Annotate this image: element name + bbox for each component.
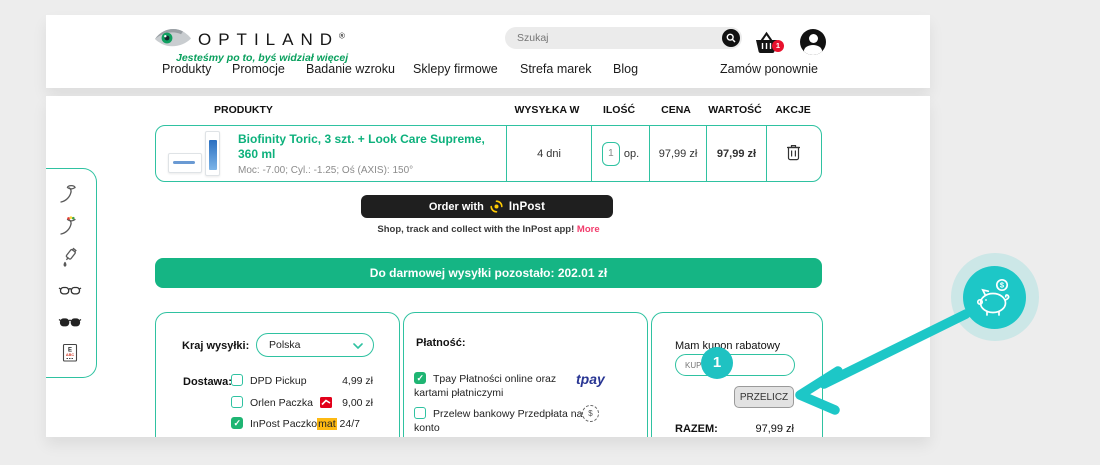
step-annotation-badge: 1 <box>701 347 733 379</box>
nav-item-blog[interactable]: Blog <box>613 62 638 76</box>
delivery-label: Dostawa: <box>183 376 232 388</box>
column-wartosc: WARTOŚĆ <box>708 104 761 116</box>
column-ilosc: ILOŚĆ <box>603 104 635 116</box>
quantity-unit: op. <box>624 148 639 160</box>
search-button[interactable] <box>722 29 740 47</box>
registered-mark: ® <box>339 31 345 40</box>
inpost-brand-text: InPost <box>509 201 545 213</box>
shipping-box: Kraj wysyłki: Polska Dostawa: DPD Pickup… <box>155 312 400 437</box>
site-header: OPTILAND® Jesteśmy po to, byś widział wi… <box>46 15 930 88</box>
country-value: Polska <box>269 339 301 351</box>
column-wysylka: WYSYŁKA W <box>515 104 580 116</box>
cart-count-badge: 1 <box>772 40 784 52</box>
annotation-arrow <box>780 300 1000 430</box>
inpost-more-link[interactable]: More <box>577 224 600 235</box>
delivery-option-dpd[interactable]: DPD Pickup <box>231 374 307 387</box>
coin-icon: $ <box>582 405 599 422</box>
brand-name: OPTILAND® <box>198 30 345 50</box>
coupon-input[interactable] <box>675 354 795 376</box>
checkbox-unchecked-icon[interactable] <box>231 374 243 386</box>
page: OPTILAND® Jesteśmy po to, byś widział wi… <box>0 0 1100 465</box>
checkbox-checked-icon[interactable] <box>414 372 426 384</box>
inpost-logo-icon <box>490 200 503 213</box>
delivery-option-orlen[interactable]: Orlen Paczka <box>231 396 332 409</box>
quantity-input[interactable] <box>602 142 620 166</box>
inpost-caption: Shop, track and collect with the InPost … <box>155 224 822 235</box>
nav-item-promocje[interactable]: Promocje <box>232 62 285 76</box>
nav-item-strefa-marek[interactable]: Strefa marek <box>520 62 592 76</box>
product-image[interactable] <box>168 131 226 177</box>
contact-lens-icon[interactable] <box>58 181 82 205</box>
column-cena: CENA <box>661 104 691 116</box>
delivery-option-inpost[interactable]: InPost Paczkomat 24/7 <box>231 417 363 433</box>
eye-chart-icon[interactable]: E ABC <box>58 341 82 365</box>
sunglasses-icon[interactable] <box>58 309 82 333</box>
payment-option-tpay[interactable]: Tpay Płatności online oraz kartami płatn… <box>414 372 592 400</box>
value-cell: 97,99 zł <box>706 126 766 181</box>
checkbox-unchecked-icon[interactable] <box>231 396 243 408</box>
quantity-cell: op. <box>591 126 649 181</box>
cart-item-row: Biofinity Toric, 3 szt. + Look Care Supr… <box>155 125 822 182</box>
cart-button[interactable]: 1 <box>753 31 783 57</box>
free-shipping-banner: Do darmowej wysyłki pozostało: 202.01 zł <box>155 258 822 288</box>
color-contact-lens-icon[interactable] <box>58 213 82 237</box>
column-produkty: PRODUKTY <box>214 104 273 116</box>
nav-item-zamow-ponownie[interactable]: Zamów ponownie <box>720 62 818 76</box>
category-rail: E ABC <box>46 168 97 378</box>
shipping-time-cell: 4 dni <box>506 126 591 181</box>
eye-drops-icon[interactable] <box>58 245 82 269</box>
user-icon <box>809 34 818 43</box>
country-select[interactable]: Polska <box>256 333 374 357</box>
actions-cell <box>766 126 820 181</box>
search-input[interactable] <box>517 27 707 49</box>
tpay-logo: tpay <box>576 371 605 387</box>
orlen-logo-icon <box>320 397 332 408</box>
nav-item-badanie-wzroku[interactable]: Badanie wzroku <box>306 62 395 76</box>
delivery-price-dpd: 4,99 zł <box>342 375 373 387</box>
trash-icon <box>786 143 801 161</box>
eyeglasses-icon[interactable] <box>58 277 82 301</box>
product-cell: Biofinity Toric, 3 szt. + Look Care Supr… <box>156 126 506 181</box>
search-bar <box>505 27 742 49</box>
search-icon <box>726 33 736 43</box>
eye-logo-icon <box>154 26 192 50</box>
country-label: Kraj wysyłki: <box>182 340 249 352</box>
highlighted-text: mat <box>317 418 337 430</box>
price-cell: 97,99 zł <box>649 126 706 181</box>
checkbox-checked-icon[interactable] <box>231 417 243 429</box>
svg-text:$: $ <box>999 280 1004 289</box>
product-title[interactable]: Biofinity Toric, 3 szt. + Look Care Supr… <box>238 132 506 162</box>
column-akcje: AKCJE <box>775 104 811 116</box>
order-with-inpost-button[interactable]: Order with InPost <box>361 195 613 218</box>
delete-item-button[interactable] <box>786 143 801 164</box>
delivery-price-orlen: 9,00 zł <box>342 397 373 409</box>
nav-item-sklepy-firmowe[interactable]: Sklepy firmowe <box>413 62 498 76</box>
chevron-down-icon <box>353 343 363 349</box>
checkbox-unchecked-icon[interactable] <box>414 407 426 419</box>
product-specs: Moc: -7.00; Cyl.: -1.25; Oś (AXIS): 150° <box>238 165 506 176</box>
nav-item-produkty[interactable]: Produkty <box>162 62 211 76</box>
svg-text:ABC: ABC <box>66 353 74 357</box>
account-button[interactable] <box>800 29 826 55</box>
payment-box: Płatność: Tpay Płatności online oraz kar… <box>403 312 648 437</box>
total-label: RAZEM: <box>675 423 718 435</box>
payment-title: Płatność: <box>416 337 466 349</box>
payment-option-transfer[interactable]: Przelew bankowy Przedpłata na konto <box>414 407 592 435</box>
